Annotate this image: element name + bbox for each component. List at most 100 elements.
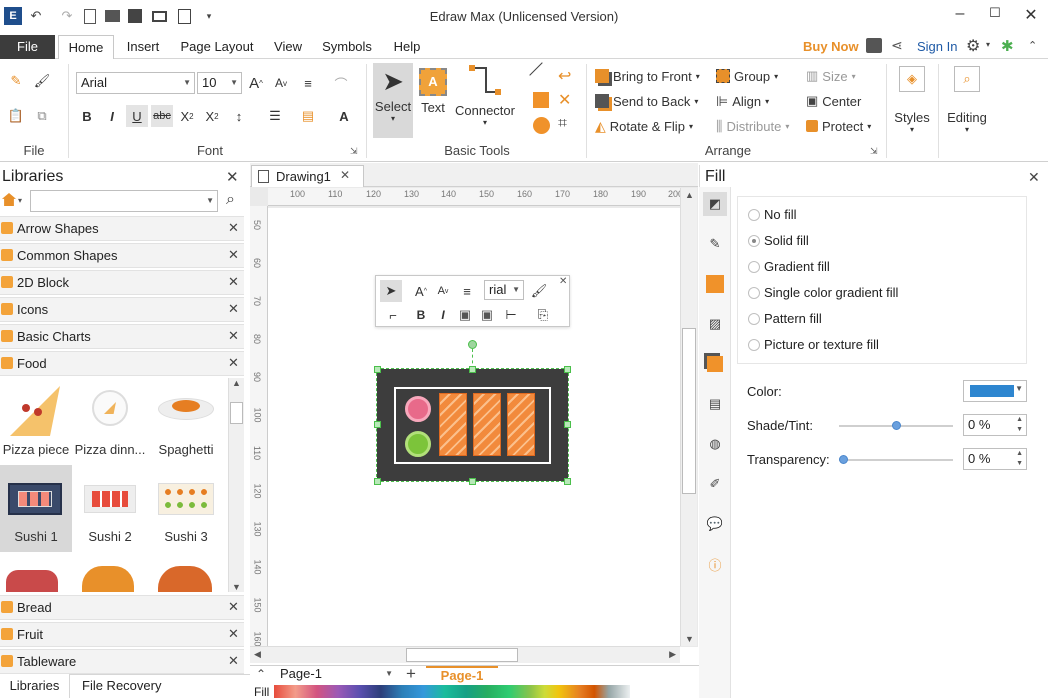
shape-pizza-dinner[interactable]: Pizza dinn... [74,378,146,465]
color-picker[interactable]: ▼ [963,380,1027,402]
scroll-up-icon[interactable]: ▲ [232,378,241,388]
shape-pizza-piece[interactable]: Pizza piece [0,378,72,465]
strikethrough-icon[interactable]: abc [151,105,173,127]
buy-now-link[interactable]: Buy Now [803,39,859,54]
arc-tool-icon[interactable]: ↩ [558,66,571,86]
transparency-input[interactable]: 0 % ▲ ▼ [963,448,1027,470]
ham-shape-preview[interactable] [158,566,212,592]
search-icon[interactable]: ⌕ [226,191,235,209]
mini-toolbar-close-icon[interactable]: ✕ [559,276,567,287]
scroll-right-icon[interactable]: ▶ [669,649,676,660]
line-spacing-icon[interactable]: ↕ [228,105,250,127]
library-category[interactable]: Basic Charts ✕ [0,324,244,349]
file-menu[interactable]: File [0,35,55,59]
ellipse-tool-icon[interactable] [533,117,550,134]
selection-handle[interactable] [564,421,571,428]
ribbon-collapse-icon[interactable]: ⌃ [1028,39,1037,52]
close-category-icon[interactable]: ✕ [228,653,239,669]
protect-button[interactable]: Protect ▾ [806,116,871,136]
font-dialog-launcher-icon[interactable]: ⇲ [350,146,358,157]
tab-page-layout[interactable]: Page Layout [175,35,259,59]
add-page-icon[interactable]: + [406,664,416,684]
tab-file-recovery[interactable]: File Recovery [82,678,161,693]
option-no-fill[interactable]: No fill [764,207,797,222]
close-category-icon[interactable]: ✕ [228,328,239,344]
scrollbar-thumb[interactable] [230,402,243,424]
document-tab[interactable]: Drawing1 ✕ [251,165,364,187]
italic-icon[interactable]: I [101,105,123,127]
tab-insert[interactable]: Insert [118,35,168,59]
bring-to-front-button[interactable]: Bring to Front ▾ [595,66,700,86]
send-to-back-button[interactable]: Send to Back ▾ [595,91,698,111]
distribute-button[interactable]: ⫼ Distribute ▾ [716,116,789,136]
close-category-icon[interactable]: ✕ [228,626,239,642]
library-search-input[interactable]: ▼ [30,190,218,212]
library-category[interactable]: Icons ✕ [0,297,244,322]
mini-grow-font-icon[interactable]: A ^ [410,280,432,302]
bold-icon[interactable]: B [76,105,98,127]
paste-icon[interactable]: 📋 [5,105,27,127]
close-category-icon[interactable]: ✕ [228,599,239,615]
tab-symbols[interactable]: Symbols [316,35,378,59]
image-icon[interactable]: ▨ [703,312,727,336]
shadow-icon[interactable] [703,272,727,296]
option-gradient-fill[interactable]: Gradient fill [764,259,830,274]
center-button[interactable]: ▣ Center [806,91,861,111]
layers-icon[interactable] [703,352,727,376]
selection-handle[interactable] [374,366,381,373]
mini-more-icon[interactable]: ⎘ [532,304,554,326]
close-category-icon[interactable]: ✕ [228,301,239,317]
mini-arrange-icon[interactable]: ⊢ [500,304,522,326]
copy-icon[interactable]: ⧉ [31,105,53,127]
shape-spaghetti[interactable]: Spaghetti [150,378,222,465]
subscript-icon[interactable]: X2 [176,105,198,127]
library-home-dropdown-icon[interactable]: ▾ [18,196,22,205]
tab-view[interactable]: View [266,35,310,59]
scroll-left-icon[interactable]: ◀ [254,649,261,660]
selected-sushi-shape[interactable] [376,368,569,482]
radio-picture-fill[interactable] [748,339,760,351]
rectangle-tool-icon[interactable] [533,92,549,108]
transparency-slider-knob[interactable] [839,455,848,464]
page-properties-icon[interactable]: ▤ [703,392,727,416]
cross-tool-icon[interactable]: ✕ [558,90,571,110]
library-home-icon[interactable] [2,193,16,206]
mini-send-back-icon[interactable]: ▣ [476,304,498,326]
option-single-color-gradient[interactable]: Single color gradient fill [764,285,898,300]
tab-help[interactable]: Help [386,35,428,59]
page-select[interactable]: Page-1 ▼ [276,666,396,684]
radio-pattern-fill[interactable] [748,313,760,325]
help-icon[interactable]: ⓘ [703,552,727,576]
close-category-icon[interactable]: ✕ [228,220,239,236]
selection-handle[interactable] [469,478,476,485]
selection-handle[interactable] [564,478,571,485]
page-tab[interactable]: Page-1 [426,666,498,683]
clone-style-icon[interactable]: 🖌 [31,70,53,92]
cart-icon[interactable] [866,38,882,53]
crop-tool-icon[interactable]: ⌗ [558,115,567,133]
maximize-button[interactable]: ☐ [980,5,1010,27]
superscript-icon[interactable]: X2 [201,105,223,127]
align-text-icon[interactable]: ≡ [297,72,319,94]
format-painter-icon[interactable]: ✎ [5,70,27,92]
settings-gear-icon[interactable]: ⚙ [966,36,980,56]
library-category[interactable]: Tableware ✕ [0,649,244,674]
transparency-slider[interactable] [839,459,953,461]
fill-bucket-icon[interactable]: ◩ [703,192,727,216]
select-tool-button[interactable]: ➤ Select ▾ [373,63,413,138]
rotate-flip-button[interactable]: ◭ Rotate & Flip ▾ [595,116,693,136]
styles-button[interactable]: ◈ Styles ▾ [892,66,932,134]
radio-gradient-fill[interactable] [748,261,760,273]
group-button[interactable]: Group ▾ [716,66,778,86]
mini-select-icon[interactable]: ➤ [380,280,402,302]
tab-libraries[interactable]: Libraries [0,674,70,698]
mini-bold-icon[interactable]: B [410,304,432,326]
library-category[interactable]: 2D Block ✕ [0,270,244,295]
libraries-close-icon[interactable]: ✕ [226,168,239,186]
minimize-button[interactable]: – [945,5,975,27]
close-window-button[interactable]: ✕ [1016,5,1046,27]
comment-icon[interactable]: 💬 [703,512,727,536]
settings-dropdown-icon[interactable]: ▾ [986,40,990,49]
selection-handle[interactable] [374,421,381,428]
selection-handle[interactable] [564,366,571,373]
